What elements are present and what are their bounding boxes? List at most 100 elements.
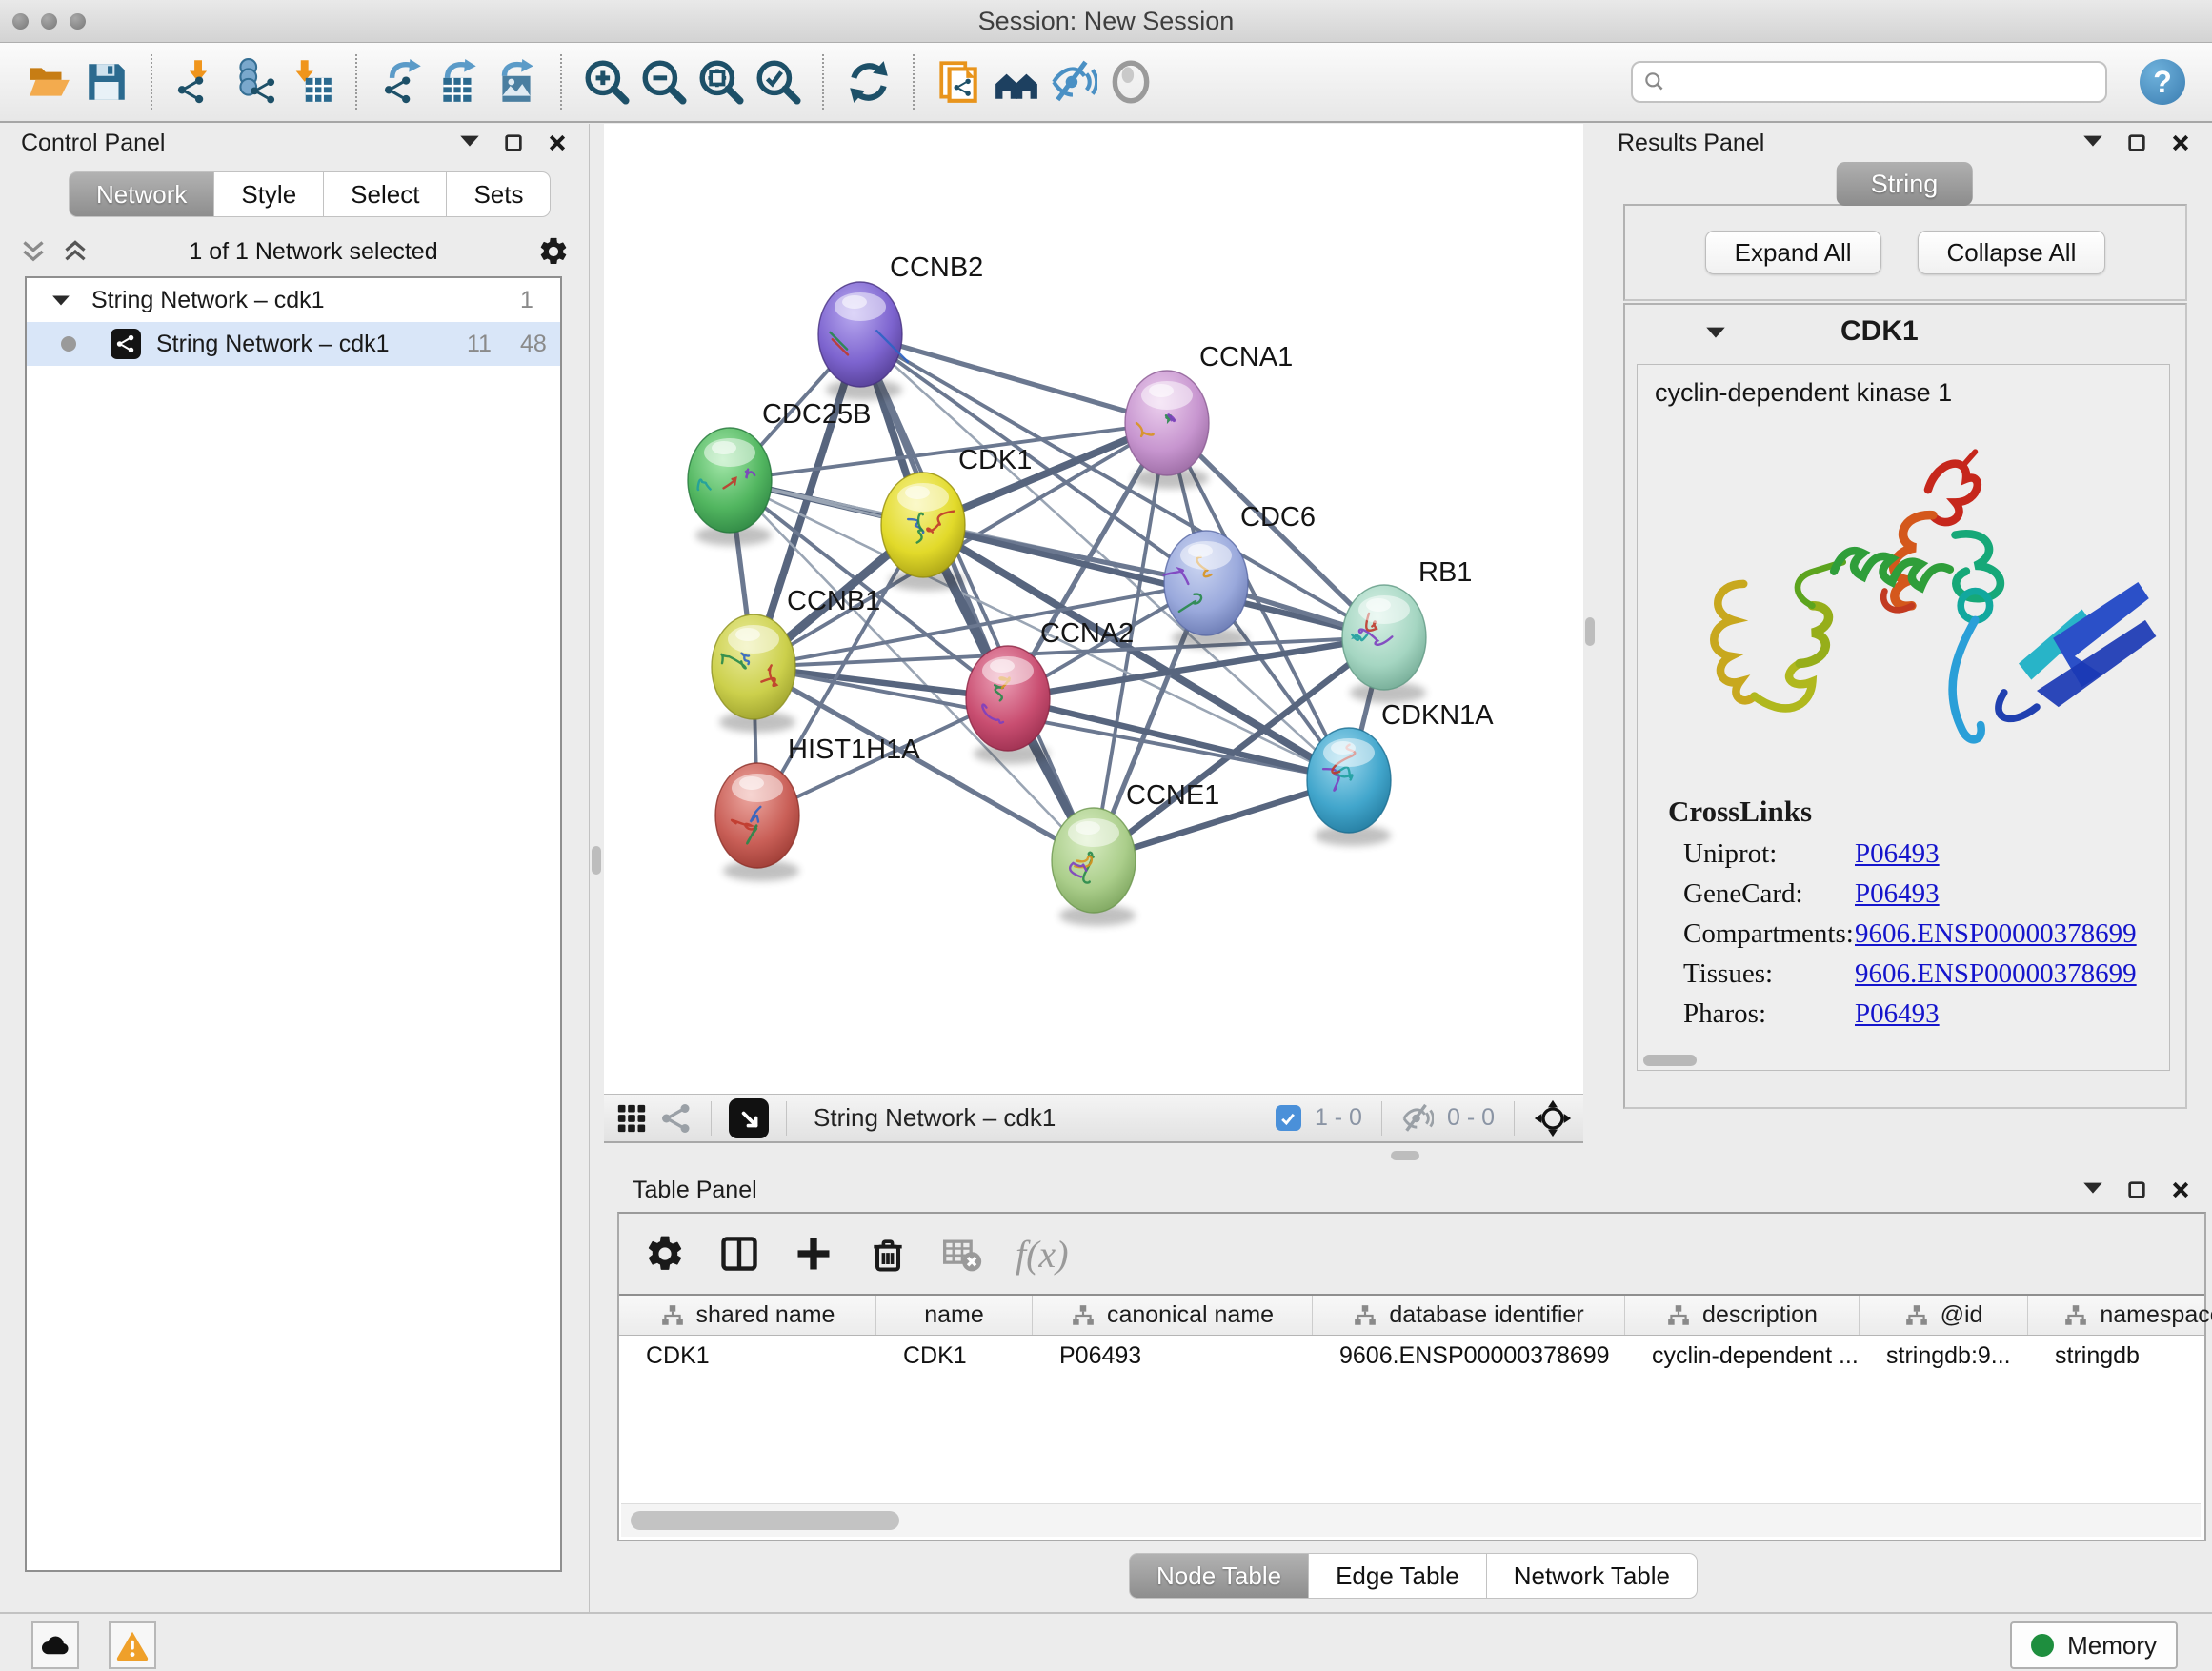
column-header-description[interactable]: description [1625,1296,1860,1335]
node-CDKN1A[interactable] [1307,728,1391,846]
column-header-canonical-name[interactable]: canonical name [1033,1296,1313,1335]
column-header-name[interactable]: name [876,1296,1033,1335]
birdseye-button[interactable] [729,1098,769,1138]
show-glyphs-button[interactable] [1102,53,1159,111]
panel-menu-icon[interactable] [2082,132,2103,153]
refresh-button[interactable] [840,53,897,111]
import-table-button[interactable] [283,53,340,111]
node-CDC25B[interactable] [688,428,772,546]
network-graph[interactable]: CCNB2CCNA1CDC25BCDK1CDC6RB1CCNB1CCNA2CDK… [604,124,1583,1094]
share-icon[interactable] [659,1101,694,1136]
save-session-button[interactable] [78,53,135,111]
collapse-all-icon[interactable] [19,237,48,266]
bottom-splitter-handle[interactable] [1391,1151,1419,1160]
panel-close-icon[interactable] [2170,132,2191,153]
tab-network-table[interactable]: Network Table [1487,1553,1698,1599]
tab-sets[interactable]: Sets [447,171,551,217]
memory-button[interactable]: Memory [2010,1621,2178,1669]
zoom-fit-button[interactable] [693,53,750,111]
gene-expander-icon[interactable] [1705,324,1726,340]
cloud-button[interactable] [31,1621,79,1669]
node-RB1[interactable] [1342,585,1426,703]
hidden-eye-icon[interactable] [1401,1102,1434,1135]
panel-close-icon[interactable] [547,132,568,153]
export-network-button[interactable] [373,53,431,111]
crosslink-link[interactable]: P06493 [1855,998,1940,1030]
search-input[interactable] [1631,61,2107,103]
table-cell[interactable]: stringdb:9... [1860,1342,2028,1370]
table-cell[interactable]: 9606.ENSP00000378699 [1313,1342,1625,1370]
gene-section-header[interactable]: CDK1 [1625,305,2185,358]
crosshair-icon[interactable] [1534,1099,1572,1137]
tab-network[interactable]: Network [69,171,214,217]
tab-select[interactable]: Select [324,171,447,217]
network-collection-row[interactable]: String Network – cdk1 1 [27,278,560,322]
zoom-selected-button[interactable] [750,53,807,111]
tab-string[interactable]: String [1837,162,1973,206]
warning-button[interactable] [109,1621,156,1669]
node-CCNE1[interactable] [1052,808,1136,926]
collapse-all-button[interactable]: Collapse All [1918,231,2106,274]
collection-expander-icon[interactable] [51,292,70,308]
table-cell[interactable]: stringdb [2028,1342,2212,1370]
tab-edge-table[interactable]: Edge Table [1309,1553,1487,1599]
delete-table-icon[interactable] [941,1233,983,1275]
panel-menu-icon[interactable] [2082,1179,2103,1200]
column-header-id[interactable]: @id [1860,1296,2028,1335]
edge-CCNB2-CCNA1[interactable] [860,334,1167,423]
results-hscroll-thumb[interactable] [1643,1055,1697,1066]
table-cell[interactable]: CDK1 [619,1342,876,1370]
node-CCNA2[interactable] [966,646,1050,764]
left-splitter-handle[interactable] [592,846,601,875]
tab-node-table[interactable]: Node Table [1129,1553,1309,1599]
network-row[interactable]: String Network – cdk1 11 48 [27,322,560,366]
panel-float-icon[interactable] [2126,132,2147,153]
document-share-button[interactable] [931,53,988,111]
right-splitter-handle[interactable] [1585,617,1595,646]
node-CCNB2[interactable] [818,282,908,400]
edge-CCNB2-CCNE1[interactable] [860,334,1094,860]
open-session-button[interactable] [21,53,78,111]
columns-icon[interactable] [718,1233,760,1275]
gear-icon[interactable] [644,1233,686,1275]
tab-style[interactable]: Style [214,171,324,217]
node-CDC6[interactable] [1164,531,1248,649]
panel-float-icon[interactable] [503,132,524,153]
panel-close-icon[interactable] [2170,1179,2191,1200]
add-row-icon[interactable] [793,1233,835,1275]
expand-all-button[interactable]: Expand All [1705,231,1881,274]
table-hscroll-thumb[interactable] [631,1511,899,1530]
help-button[interactable]: ? [2140,59,2185,105]
column-header-namespace[interactable]: namespace [2028,1296,2212,1335]
expand-all-icon[interactable] [61,237,90,266]
crosslink-link[interactable]: P06493 [1855,878,1940,910]
column-header-database-identifier[interactable]: database identifier [1313,1296,1625,1335]
node-CCNB1[interactable] [712,614,795,733]
import-network-button[interactable] [169,53,226,111]
table-hscrollbar[interactable] [621,1503,2201,1537]
network-options-gear-icon[interactable] [537,235,570,268]
hide-glyphs-button[interactable] [1045,53,1102,111]
import-network-database-button[interactable] [226,53,283,111]
zoom-out-button[interactable] [635,53,693,111]
table-row[interactable]: CDK1CDK1P064939606.ENSP00000378699cyclin… [619,1336,2204,1376]
column-header-shared-name[interactable]: shared name [619,1296,876,1335]
node-HIST1H1A[interactable] [715,763,799,881]
crosslink-link[interactable]: P06493 [1855,838,1940,870]
string-home-button[interactable] [988,53,1045,111]
panel-float-icon[interactable] [2126,1179,2147,1200]
table-cell[interactable]: cyclin-dependent ... [1625,1342,1860,1370]
export-image-button[interactable] [488,53,545,111]
panel-menu-icon[interactable] [459,132,480,153]
crosslink-link[interactable]: 9606.ENSP00000378699 [1855,918,2137,950]
network-canvas[interactable]: CCNB2CCNA1CDC25BCDK1CDC6RB1CCNB1CCNA2CDK… [604,124,1583,1094]
table-cell[interactable]: P06493 [1033,1342,1313,1370]
grid-icon[interactable] [615,1102,648,1135]
export-table-button[interactable] [431,53,488,111]
zoom-in-button[interactable] [578,53,635,111]
crosslink-link[interactable]: 9606.ENSP00000378699 [1855,958,2137,990]
delete-row-icon[interactable] [867,1233,909,1275]
table-cell[interactable]: CDK1 [876,1342,1033,1370]
edge-CDK1-RB1[interactable] [923,525,1384,637]
selected-checkbox[interactable] [1276,1105,1301,1131]
